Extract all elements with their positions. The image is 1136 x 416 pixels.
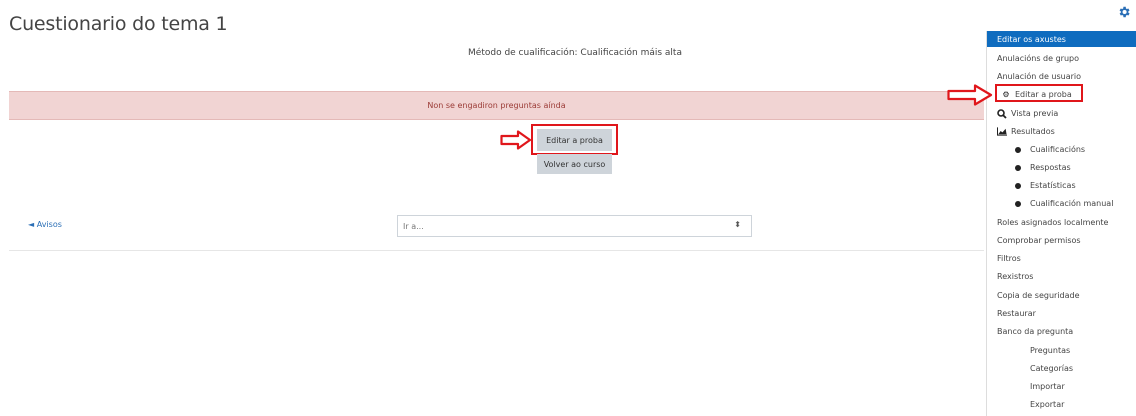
previous-activity-link[interactable]: ◄ Avisos — [28, 220, 62, 229]
jump-to-select[interactable]: Ir a... ⬍ — [397, 215, 752, 237]
no-questions-alert: Non se engadiron preguntas aínda — [9, 91, 984, 120]
menu-item-question-bank[interactable]: Banco da pregunta — [997, 324, 1073, 339]
menu-item-group-overrides[interactable]: Anulacións de grupo — [997, 51, 1079, 66]
menu-item-questions[interactable]: Preguntas — [1030, 343, 1070, 358]
annotation-arrow-icon — [500, 130, 532, 150]
menu-item-responses[interactable]: Respostas — [1015, 160, 1071, 175]
bullet-icon — [1015, 182, 1021, 189]
magnifier-icon — [997, 108, 1007, 119]
edit-button-highlight — [531, 124, 618, 155]
jump-to-value: Ir a... — [403, 221, 424, 231]
chart-icon — [997, 127, 1007, 136]
settings-gear-icon[interactable] — [1117, 5, 1131, 19]
menu-item-user-overrides[interactable]: Anulación de usuario — [997, 69, 1081, 84]
menu-item-statistics[interactable]: Estatísticas — [1015, 178, 1076, 193]
menu-item-local-roles[interactable]: Roles asignados localmente — [997, 215, 1108, 230]
menu-item-filters[interactable]: Filtros — [997, 251, 1021, 266]
menu-item-logs[interactable]: Rexistros — [997, 269, 1033, 284]
menu-item-edit-settings[interactable]: Editar os axustes — [987, 31, 1136, 47]
bullet-icon — [1015, 200, 1021, 207]
menu-item-grades[interactable]: Cualificacións — [1015, 142, 1085, 157]
menu-item-results[interactable]: Resultados — [997, 124, 1055, 139]
annotation-arrow-icon — [947, 84, 993, 106]
menu-item-restore[interactable]: Restaurar — [997, 306, 1036, 321]
menu-item-import[interactable]: Importar — [1030, 379, 1065, 394]
menu-item-preview[interactable]: Vista previa — [997, 106, 1058, 121]
menu-item-backup[interactable]: Copia de seguridade — [997, 288, 1080, 303]
menu-item-manual-grading[interactable]: Cualificación manual — [1015, 196, 1113, 211]
footer-divider — [9, 250, 984, 251]
grading-method-text: Método de cualificación: Cualificación m… — [468, 48, 682, 58]
menu-item-check-permissions[interactable]: Comprobar permisos — [997, 233, 1081, 248]
menu-item-export[interactable]: Exportar — [1030, 397, 1064, 412]
bullet-icon — [1015, 164, 1021, 171]
menu-item-highlight — [995, 84, 1083, 102]
back-to-course-button[interactable]: Volver ao curso — [537, 154, 612, 174]
alert-text: Non se engadiron preguntas aínda — [427, 101, 566, 110]
page-title: Cuestionario do tema 1 — [9, 13, 228, 35]
menu-item-categories[interactable]: Categorías — [1030, 361, 1073, 376]
select-arrows-icon: ⬍ — [734, 220, 741, 229]
bullet-icon — [1015, 146, 1021, 153]
